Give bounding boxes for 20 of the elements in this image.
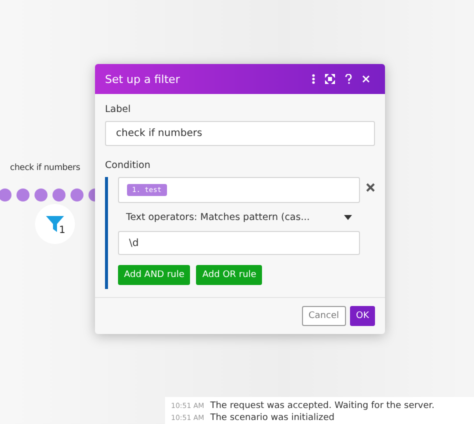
ok-button[interactable]: OK <box>350 306 375 326</box>
dialog-title: Set up a filter <box>105 72 181 86</box>
filter-badge[interactable]: 1 <box>35 204 75 244</box>
more-icon <box>312 74 315 84</box>
close-icon <box>362 75 370 83</box>
expand-icon <box>325 74 335 84</box>
help-icon <box>345 74 352 84</box>
remove-icon <box>366 183 375 192</box>
filter-count: 1 <box>59 225 66 236</box>
log-message: The request was accepted. Waiting for the server. <box>210 401 435 411</box>
operator-dropdown[interactable]: Text operators: Matches pattern (cas... <box>118 207 360 227</box>
label-field[interactable]: check if numbers <box>105 121 375 146</box>
log-message: The scenario was initialized <box>210 413 334 423</box>
caret-icon <box>344 214 352 220</box>
pattern-field[interactable]: \d <box>118 231 360 255</box>
label-caption: Label <box>105 104 132 115</box>
condition-caption: Condition <box>105 160 152 171</box>
filter-icon <box>46 216 64 232</box>
route-label: check if numbers <box>10 163 80 173</box>
cancel-button[interactable]: Cancel <box>302 306 346 326</box>
